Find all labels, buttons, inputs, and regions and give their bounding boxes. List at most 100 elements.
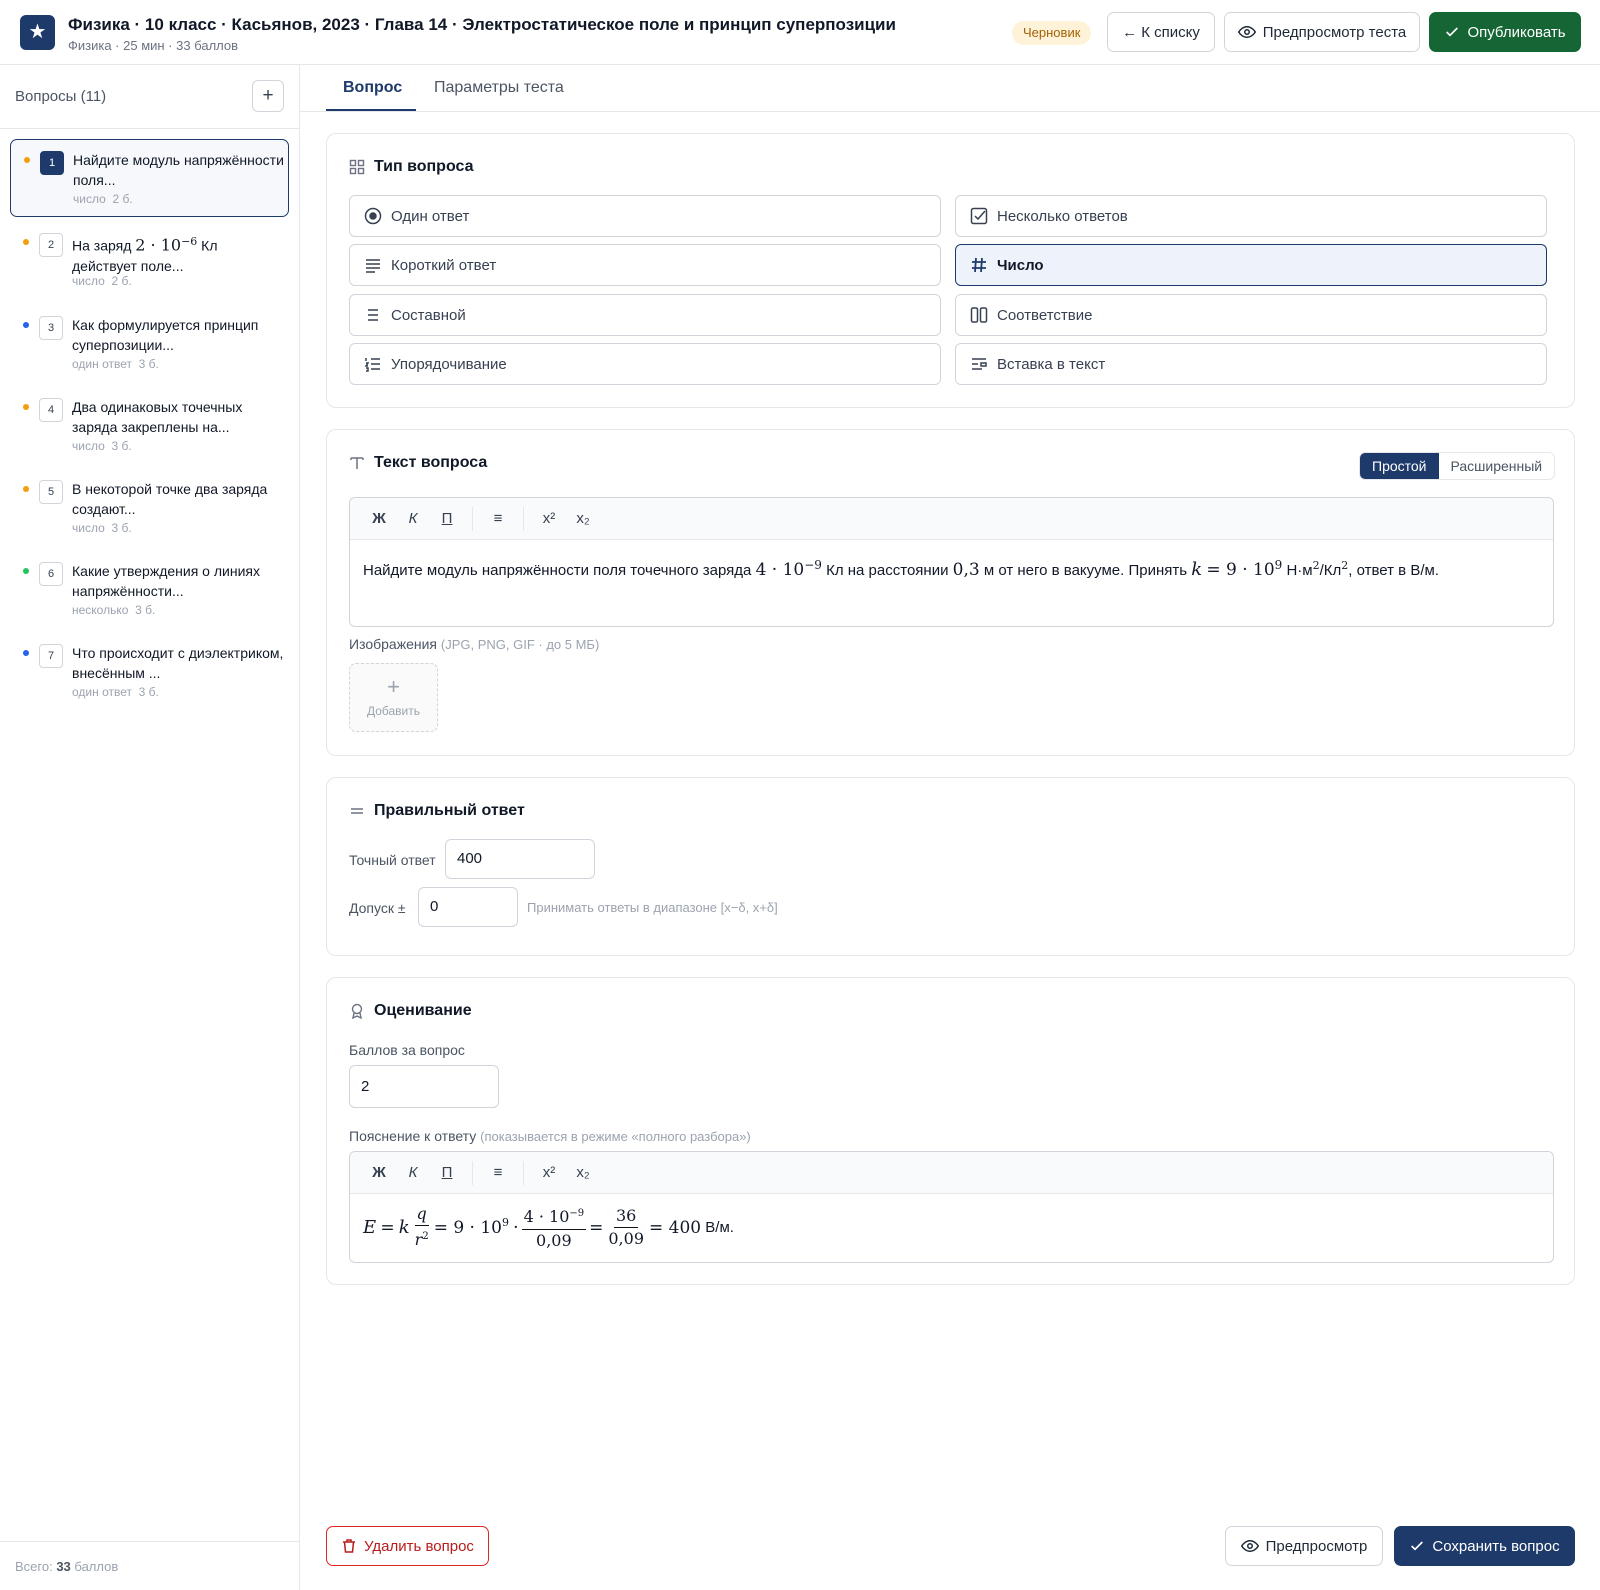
preview-test-button[interactable]: Предпросмотр теста <box>1224 12 1420 52</box>
question-meta: число 2 б. <box>72 274 132 288</box>
status-dot <box>23 650 29 656</box>
type-single-answer[interactable]: Один ответ <box>349 195 941 237</box>
question-item-5[interactable]: 5 В некоторой точке два заряда создают..… <box>10 469 289 547</box>
grading-card: Оценивание Баллов за вопрос 2 Пояснение … <box>326 977 1575 1285</box>
question-text-content[interactable]: Найдите модуль напряжённости поля точечн… <box>350 540 1553 596</box>
delete-question-button[interactable]: Удалить вопрос <box>326 1526 489 1566</box>
plus-icon: + <box>387 674 400 699</box>
ordered-list-icon <box>364 358 380 372</box>
bold-button[interactable]: Ж <box>362 510 396 527</box>
status-dot <box>23 322 29 328</box>
status-dot <box>23 239 29 245</box>
eye-icon <box>1240 1539 1259 1553</box>
question-preview: В некоторой точке два заряда создают... <box>72 481 268 517</box>
publish-button[interactable]: Опубликовать <box>1429 12 1581 52</box>
superscript-button[interactable]: x² <box>532 510 566 527</box>
images-label: Изображения (JPG, PNG, GIF · до 5 МБ) <box>349 636 600 652</box>
points-label: Баллов за вопрос <box>349 1042 465 1058</box>
insert-text-icon <box>972 358 987 370</box>
explanation-content[interactable]: E = k q r2 = 9 · 10 9 · 4 · 10−9 0,09 = 36 0… <box>350 1194 1553 1261</box>
question-type-title: Тип вопроса <box>349 158 474 176</box>
underline-button[interactable]: П <box>430 1164 464 1181</box>
exact-answer-input[interactable]: 400 <box>445 839 595 879</box>
award-icon <box>351 1003 363 1019</box>
editor-toolbar: Ж К П ≡ x² x₂ <box>350 498 1553 540</box>
page-subtitle: Физика · 25 мин · 33 баллов <box>68 38 239 53</box>
question-item-4[interactable]: 4 Два одинаковых точечных заряда закрепл… <box>10 387 289 465</box>
type-matching[interactable]: Соответствие <box>955 294 1547 336</box>
question-number: 1 <box>40 151 64 175</box>
type-multiple-answers[interactable]: Несколько ответов <box>955 195 1547 237</box>
status-dot <box>23 486 29 492</box>
superscript-button[interactable]: x² <box>532 1164 566 1181</box>
status-dot <box>23 568 29 574</box>
subscript-button[interactable]: x₂ <box>566 1164 600 1181</box>
question-item-1[interactable]: 1 Найдите модуль напряжённости поля... ч… <box>10 139 289 217</box>
grid-icon <box>349 159 365 175</box>
equals-icon <box>351 808 363 814</box>
type-number[interactable]: Число <box>955 244 1547 286</box>
question-item-7[interactable]: 7 Что происходит с диэлектриком, внесённ… <box>10 633 289 711</box>
type-insert-text[interactable]: Вставка в текст <box>955 343 1547 385</box>
italic-button[interactable]: К <box>396 510 430 527</box>
editor-toolbar: Ж К П ≡ x² x₂ <box>350 1152 1553 1194</box>
add-image-label: Добавить <box>366 704 421 718</box>
tolerance-input[interactable]: 0 <box>418 887 518 927</box>
question-number: 4 <box>39 398 63 422</box>
tab-question[interactable]: Вопрос <box>343 79 402 97</box>
delete-question-label: Удалить вопрос <box>364 1537 474 1555</box>
question-number: 5 <box>39 480 63 504</box>
preview-label: Предпросмотр <box>1265 1537 1368 1555</box>
question-preview: На заряд 2 · 10−6 Кл действует поле... <box>72 235 218 274</box>
toolbar-separator <box>523 1160 524 1185</box>
explanation-label: Пояснение к ответу (показывается в режим… <box>349 1128 751 1144</box>
question-number: 3 <box>39 316 63 340</box>
points-input[interactable]: 2 <box>349 1065 499 1108</box>
list-icon <box>368 309 378 321</box>
star-logo-icon: ★ <box>20 15 55 50</box>
checkbox-icon <box>970 207 988 225</box>
preview-test-label: Предпросмотр теста <box>1262 23 1407 41</box>
question-type-card: Тип вопроса Один ответ Несколько ответов… <box>326 133 1575 408</box>
type-ordering[interactable]: Упорядочивание <box>349 343 941 385</box>
top-bar: ★ Физика · 10 класс · Касьянов, 2023 · Г… <box>0 0 1600 65</box>
underline-button[interactable]: П <box>430 510 464 527</box>
question-text-title: Текст вопроса <box>349 454 487 472</box>
fraction: q r2 <box>414 1204 429 1249</box>
mode-simple-button[interactable]: Простой <box>1360 453 1439 479</box>
questions-sidebar: Вопросы (11) + 1 Найдите модуль напряжён… <box>0 65 300 1590</box>
question-preview: Что происходит с диэлектриком, внесённым… <box>72 645 284 681</box>
questions-count: Вопросы (11) <box>15 88 107 105</box>
type-compound[interactable]: Составной <box>349 294 941 336</box>
question-item-2[interactable]: 2 На заряд 2 · 10−6 Кл действует поле...… <box>10 222 289 300</box>
tab-test-params[interactable]: Параметры теста <box>434 79 564 97</box>
back-to-list-button[interactable]: ← К списку <box>1107 12 1215 52</box>
italic-button[interactable]: К <box>396 1164 430 1181</box>
preview-button[interactable]: Предпросмотр <box>1225 1526 1383 1566</box>
type-short-answer[interactable]: Короткий ответ <box>349 244 941 286</box>
question-meta: один ответ 3 б. <box>72 685 159 699</box>
question-preview: Как формулируется принцип суперпозиции..… <box>72 317 259 353</box>
question-number: 6 <box>39 562 63 586</box>
align-button[interactable]: ≡ <box>481 1164 515 1181</box>
add-image-button[interactable]: + Добавить <box>349 663 438 732</box>
question-item-6[interactable]: 6 Какие утверждения о линиях напряжённос… <box>10 551 289 629</box>
status-dot <box>23 404 29 410</box>
active-tab-indicator <box>326 109 416 111</box>
bold-button[interactable]: Ж <box>362 1164 396 1181</box>
sidebar-footer-divider <box>0 1541 299 1542</box>
toolbar-separator <box>472 506 473 531</box>
total-points: Всего: 33 баллов <box>15 1559 119 1574</box>
question-number: 2 <box>39 233 63 257</box>
question-preview: Два одинаковых точечных заряда закреплен… <box>72 399 243 435</box>
lines-icon <box>366 259 380 273</box>
subscript-button[interactable]: x₂ <box>566 510 600 527</box>
toolbar-separator <box>523 506 524 531</box>
question-item-3[interactable]: 3 Как формулируется принцип суперпозиции… <box>10 305 289 383</box>
align-button[interactable]: ≡ <box>481 510 515 527</box>
correct-answer-card: Правильный ответ Точный ответ 400 Допуск… <box>326 777 1575 956</box>
exact-answer-label: Точный ответ <box>349 852 436 868</box>
save-question-button[interactable]: Сохранить вопрос <box>1394 1526 1575 1566</box>
mode-advanced-button[interactable]: Расширенный <box>1439 453 1555 479</box>
add-question-button[interactable]: + <box>252 80 284 112</box>
